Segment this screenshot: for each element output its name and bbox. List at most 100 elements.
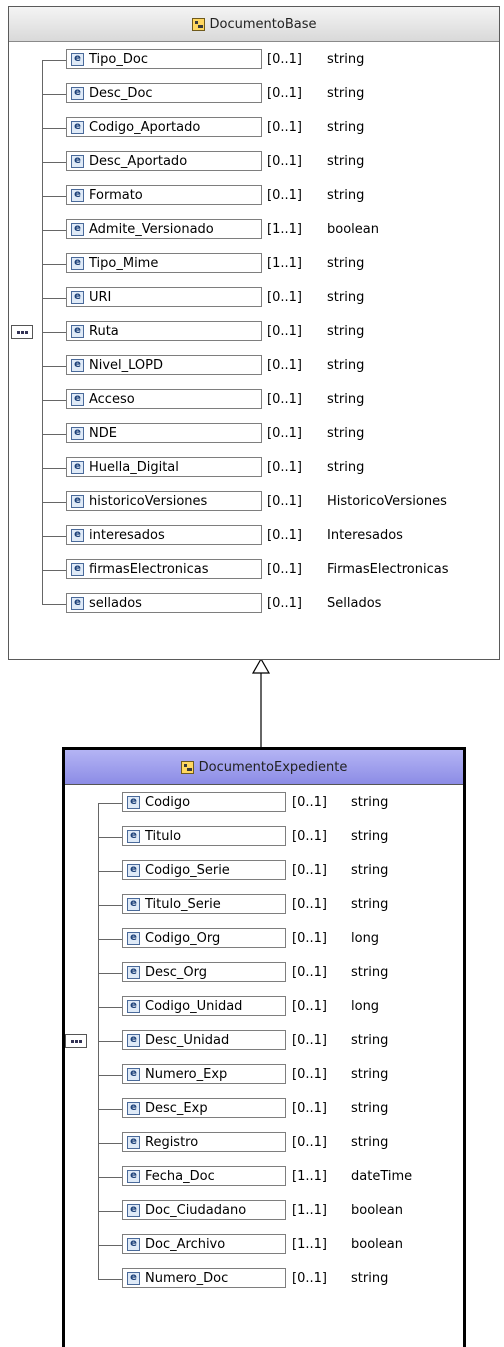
element-name: Ruta xyxy=(89,323,119,339)
element-box[interactable]: e Desc_Org xyxy=(122,962,286,982)
element-icon: e xyxy=(127,965,140,979)
type-header[interactable]: DocumentoBase xyxy=(9,7,499,42)
element-type: long xyxy=(351,931,380,946)
element-box[interactable]: e sellados xyxy=(66,593,262,613)
branch-line xyxy=(42,468,66,469)
element-row: e Titulo_Serie [0..1] string xyxy=(65,888,463,922)
element-box[interactable]: e NDE xyxy=(66,423,262,443)
element-row: e NDE [0..1] string xyxy=(9,417,499,451)
element-type: HistoricoVersiones xyxy=(327,494,447,509)
element-box[interactable]: e Huella_Digital xyxy=(66,457,262,477)
element-row: e Numero_Doc [0..1] string xyxy=(65,1262,463,1296)
element-box[interactable]: e Tipo_Mime xyxy=(66,253,262,273)
complex-type-icon xyxy=(191,17,205,31)
element-cardinality: [0..1] xyxy=(267,426,302,441)
element-name: Registro xyxy=(145,1134,199,1150)
branch-line xyxy=(98,1279,122,1280)
element-name: Desc_Doc xyxy=(89,85,153,101)
complex-type-documentobase[interactable]: DocumentoBase e Tipo_Doc [0..1] string e Desc… xyxy=(8,6,500,660)
element-icon: e xyxy=(71,596,84,610)
element-icon: e xyxy=(127,1203,140,1217)
branch-line xyxy=(42,434,66,435)
element-cardinality: [0..1] xyxy=(292,1135,327,1150)
element-row: e Doc_Archivo [1..1] boolean xyxy=(65,1228,463,1262)
element-box[interactable]: e Registro xyxy=(122,1132,286,1152)
element-name: Numero_Exp xyxy=(145,1066,228,1082)
branch-line xyxy=(98,1211,122,1212)
element-type: string xyxy=(327,86,365,101)
element-box[interactable]: e Nivel_LOPD xyxy=(66,355,262,375)
element-box[interactable]: e Codigo_Unidad xyxy=(122,996,286,1016)
element-box[interactable]: e Numero_Doc xyxy=(122,1268,286,1288)
element-box[interactable]: e Doc_Ciudadano xyxy=(122,1200,286,1220)
element-name: Desc_Org xyxy=(145,964,208,980)
element-cardinality: [0..1] xyxy=(292,1067,327,1082)
element-name: NDE xyxy=(89,425,117,441)
element-box[interactable]: e interesados xyxy=(66,525,262,545)
branch-line xyxy=(98,1109,122,1110)
element-type: string xyxy=(327,358,365,373)
element-type: Interesados xyxy=(327,528,403,543)
element-box[interactable]: e Fecha_Doc xyxy=(122,1166,286,1186)
branch-line xyxy=(98,803,122,804)
element-box[interactable]: e Codigo_Org xyxy=(122,928,286,948)
element-row: e Codigo_Aportado [0..1] string xyxy=(9,111,499,145)
element-box[interactable]: e URI xyxy=(66,287,262,307)
element-box[interactable]: e Titulo xyxy=(122,826,286,846)
element-icon: e xyxy=(71,256,84,270)
element-box[interactable]: e Desc_Doc xyxy=(66,83,262,103)
sequence-members: e Codigo [0..1] string e Titulo [0..1] string e C… xyxy=(65,786,463,1347)
element-name: Doc_Ciudadano xyxy=(145,1202,247,1218)
element-icon: e xyxy=(127,829,140,843)
branch-line xyxy=(98,1041,122,1042)
element-box[interactable]: e Ruta xyxy=(66,321,262,341)
element-box[interactable]: e Codigo xyxy=(122,792,286,812)
element-name: Codigo_Unidad xyxy=(145,998,243,1014)
element-box[interactable]: e Doc_Archivo xyxy=(122,1234,286,1254)
element-box[interactable]: e Acceso xyxy=(66,389,262,409)
element-row: e Titulo [0..1] string xyxy=(65,820,463,854)
complex-type-documentoexpediente[interactable]: DocumentoExpediente e Codigo [0..1] string e… xyxy=(62,747,466,1347)
branch-line xyxy=(98,1245,122,1246)
element-type: string xyxy=(327,426,365,441)
element-name: Desc_Aportado xyxy=(89,153,188,169)
complex-type-icon xyxy=(180,760,194,774)
element-icon: e xyxy=(71,562,84,576)
element-box[interactable]: e Codigo_Serie xyxy=(122,860,286,880)
element-type: string xyxy=(351,1067,389,1082)
element-name: interesados xyxy=(89,527,165,543)
branch-line xyxy=(42,94,66,95)
element-box[interactable]: e Desc_Unidad xyxy=(122,1030,286,1050)
element-box[interactable]: e Desc_Exp xyxy=(122,1098,286,1118)
branch-line xyxy=(42,128,66,129)
branch-line xyxy=(42,502,66,503)
element-row: e Codigo [0..1] string xyxy=(65,786,463,820)
element-type: string xyxy=(351,1135,389,1150)
element-cardinality: [0..1] xyxy=(292,795,327,810)
element-box[interactable]: e Numero_Exp xyxy=(122,1064,286,1084)
element-box[interactable]: e Codigo_Aportado xyxy=(66,117,262,137)
element-cardinality: [0..1] xyxy=(267,188,302,203)
element-cardinality: [0..1] xyxy=(267,562,302,577)
element-row: e Numero_Exp [0..1] string xyxy=(65,1058,463,1092)
element-box[interactable]: e Formato xyxy=(66,185,262,205)
element-icon: e xyxy=(127,897,140,911)
branch-line xyxy=(42,298,66,299)
branch-line xyxy=(98,837,122,838)
element-box[interactable]: e historicoVersiones xyxy=(66,491,262,511)
type-header[interactable]: DocumentoExpediente xyxy=(65,750,463,785)
element-name: firmasElectronicas xyxy=(89,561,209,577)
element-cardinality: [0..1] xyxy=(267,392,302,407)
element-box[interactable]: e Tipo_Doc xyxy=(66,49,262,69)
element-row: e Codigo_Unidad [0..1] long xyxy=(65,990,463,1024)
element-type: boolean xyxy=(351,1203,403,1218)
branch-line xyxy=(42,60,66,61)
element-box[interactable]: e firmasElectronicas xyxy=(66,559,262,579)
element-box[interactable]: e Desc_Aportado xyxy=(66,151,262,171)
element-row: e Admite_Versionado [1..1] boolean xyxy=(9,213,499,247)
element-box[interactable]: e Titulo_Serie xyxy=(122,894,286,914)
branch-line xyxy=(42,264,66,265)
element-cardinality: [0..1] xyxy=(267,324,302,339)
element-icon: e xyxy=(71,222,84,236)
element-box[interactable]: e Admite_Versionado xyxy=(66,219,262,239)
